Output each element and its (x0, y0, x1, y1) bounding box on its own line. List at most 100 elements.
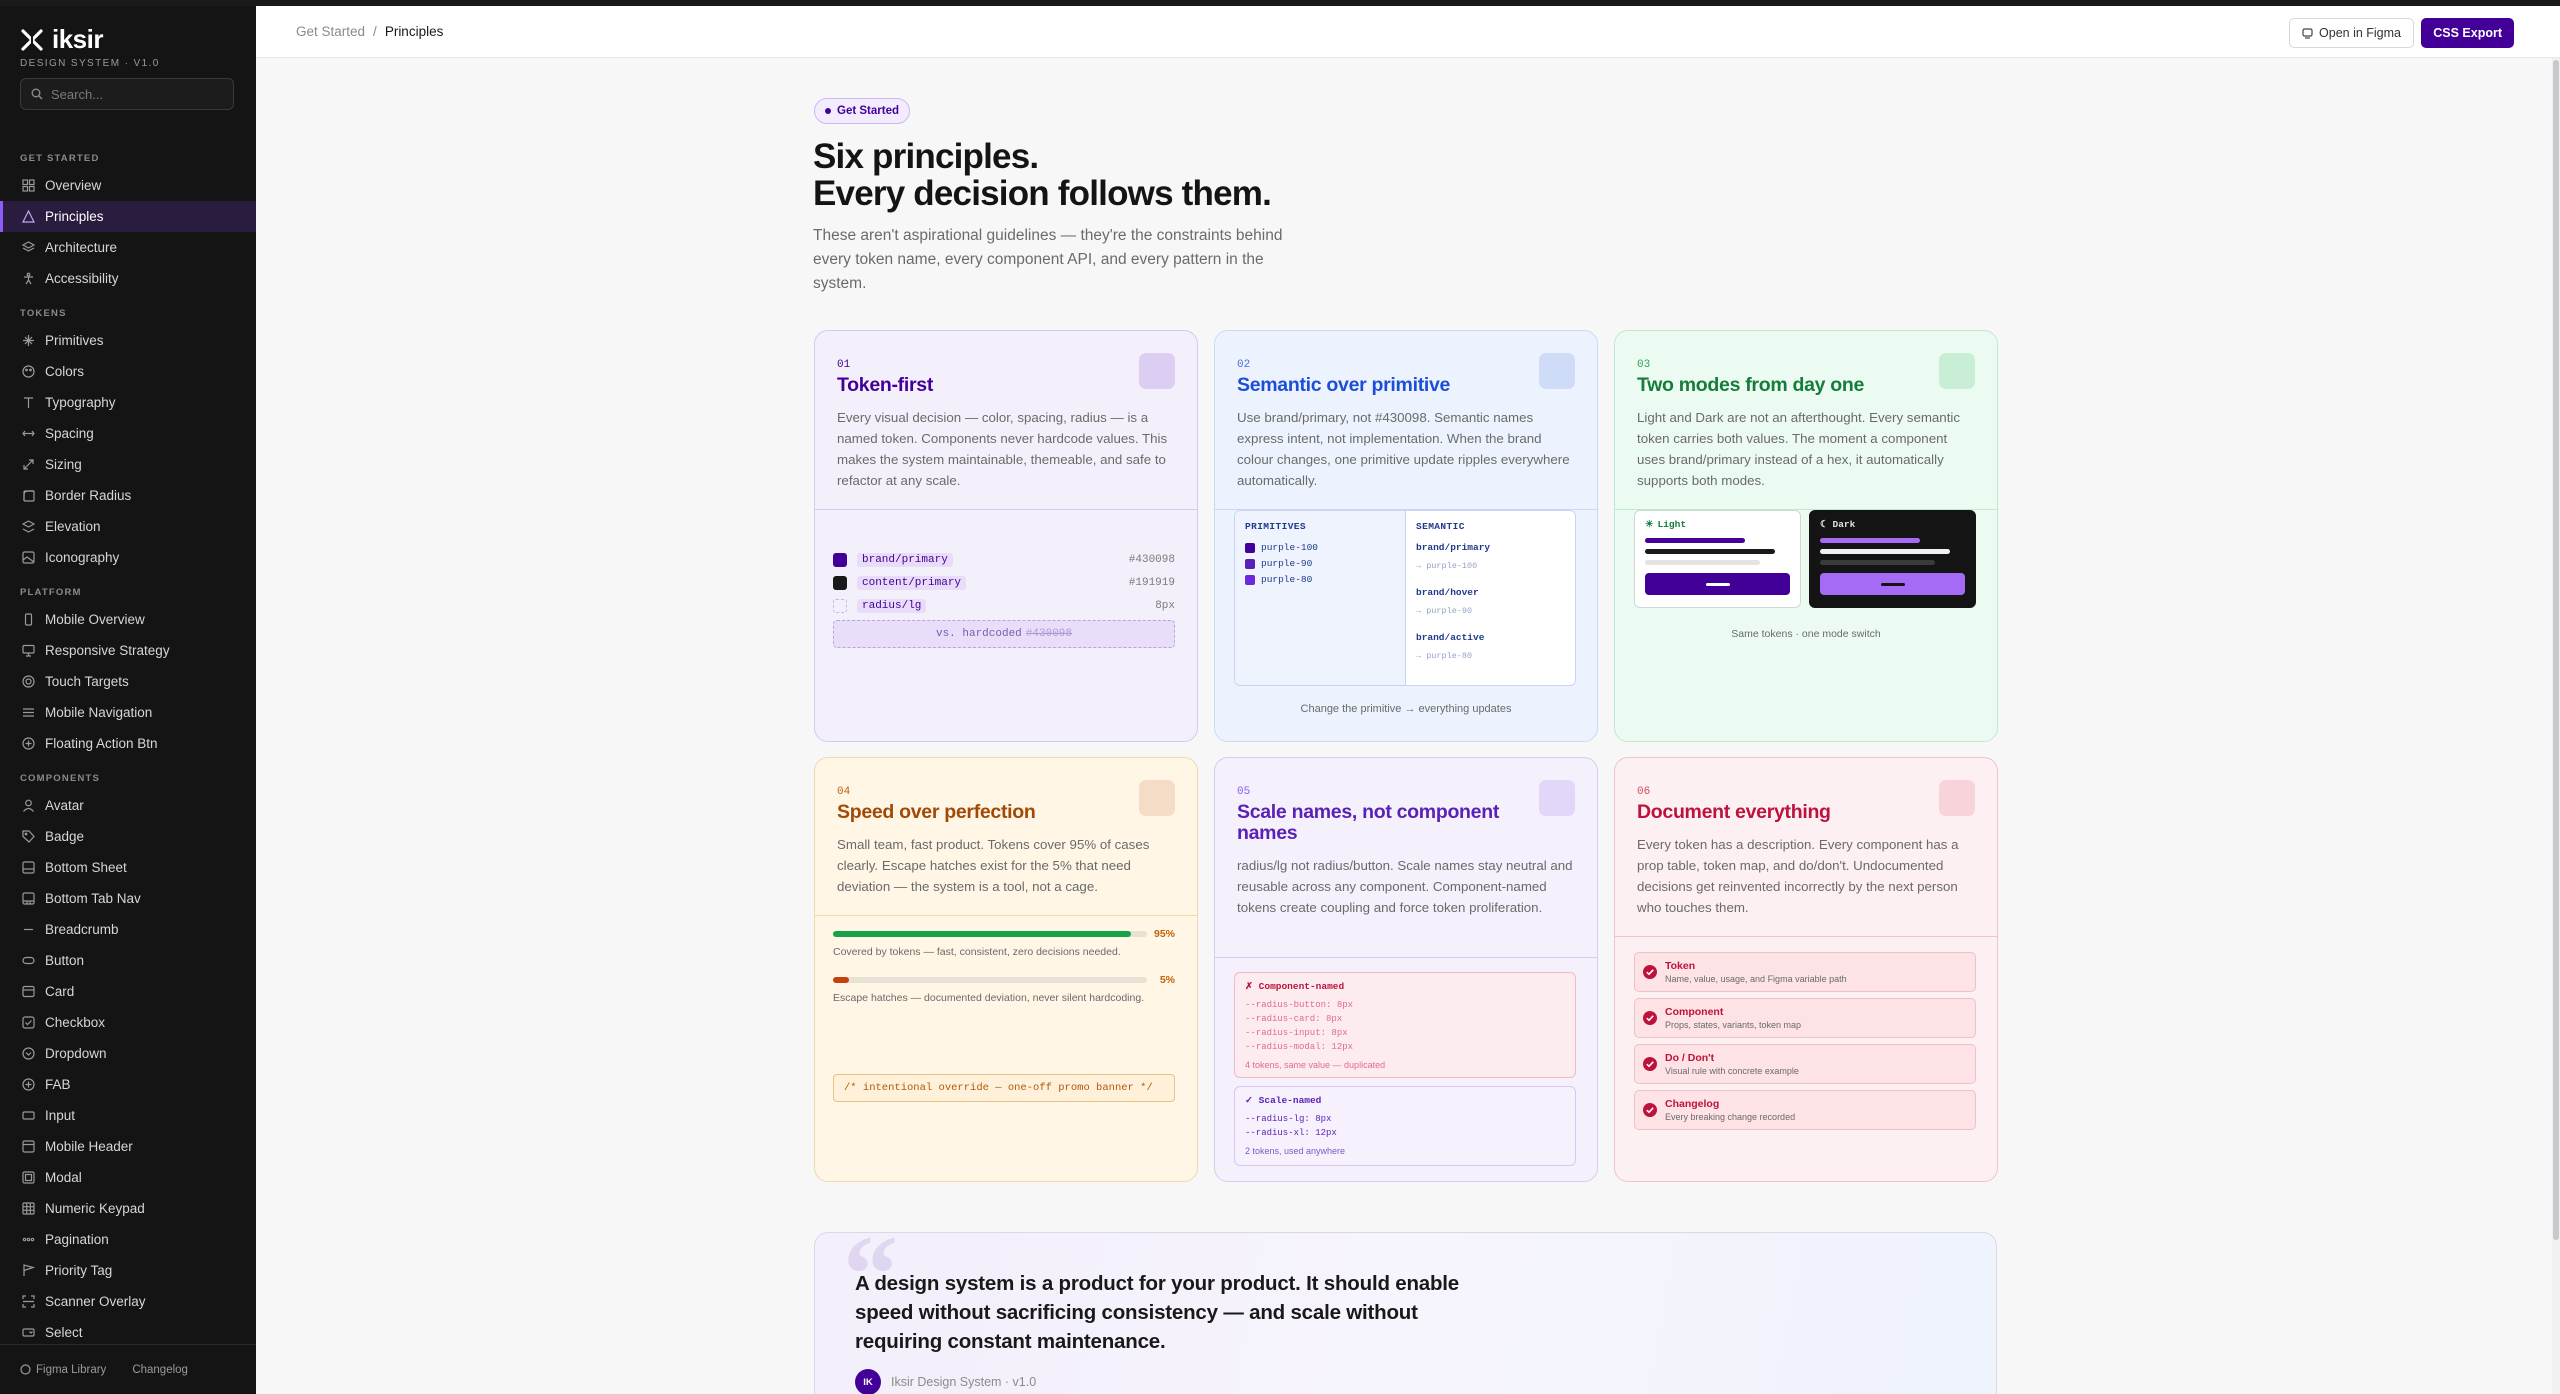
css-export-button[interactable]: CSS Export (2421, 18, 2514, 48)
sidebar-item-floating-action-btn[interactable]: Floating Action Btn (0, 728, 256, 759)
sidebar-item-breadcrumb[interactable]: Breadcrumb (0, 914, 256, 945)
primitives-header: PRIMITIVES (1245, 521, 1307, 532)
sidebar-item-label: Avatar (45, 798, 84, 813)
sidebar-item-dropdown[interactable]: Dropdown (0, 1038, 256, 1069)
sidebar-item-responsive-strategy[interactable]: Responsive Strategy (0, 635, 256, 666)
sidebar-item-label: Button (45, 953, 85, 968)
sidebar-item-avatar[interactable]: Avatar (0, 790, 256, 821)
semantic-token: brand/primary (1416, 542, 1491, 553)
sidebar-item-label: Dropdown (45, 1046, 107, 1061)
brand[interactable]: iksir (20, 24, 104, 55)
token-name: radius/lg (857, 599, 927, 613)
nav-section-title: PLATFORM (20, 587, 82, 598)
modes-caption: Same tokens · one mode switch (1731, 628, 1881, 640)
sidebar-item-label: Elevation (45, 519, 101, 534)
sidebar-item-elevation[interactable]: Elevation (0, 511, 256, 542)
sidebar-item-pagination[interactable]: Pagination (0, 1224, 256, 1255)
sidebar-item-label: Iconography (45, 550, 120, 565)
checklist-subtitle: Every breaking change recorded (1665, 1112, 1796, 1122)
sidebar-item-label: Input (45, 1108, 76, 1123)
sidebar-item-label: Mobile Overview (45, 612, 145, 627)
sidebar-item-primitives[interactable]: Primitives (0, 325, 256, 356)
sidebar-item-bottom-sheet[interactable]: Bottom Sheet (0, 852, 256, 883)
monitor-icon (22, 644, 35, 657)
input-icon (22, 1111, 35, 1120)
checklist-title: Token (1665, 960, 1696, 972)
check-circle-icon (1643, 965, 1657, 979)
open-in-figma-button[interactable]: Open in Figma (2289, 18, 2414, 48)
sidebar-item-label: Mobile Navigation (45, 705, 153, 720)
hardcoded-example: vs. hardcoded #430098 (833, 620, 1175, 648)
sidebar-item-modal[interactable]: Modal (0, 1162, 256, 1193)
sidebar-item-accessibility[interactable]: Accessibility (0, 263, 256, 294)
card-divider (1215, 957, 1597, 958)
sidebar-item-colors[interactable]: Colors (0, 356, 256, 387)
search-box[interactable] (20, 78, 234, 110)
pill-dot (825, 108, 831, 114)
preview-bar (1820, 538, 1920, 543)
principle-card-token-first: 01 Token-first Every visual decision — c… (814, 330, 1198, 742)
figma-library-link[interactable]: Figma Library (20, 1364, 106, 1376)
sidebar-item-principles[interactable]: Principles (0, 201, 256, 232)
token-mapping-diagram: PRIMITIVES purple-100 purple-90 purple-80 … (1234, 510, 1576, 686)
check-circle-icon (1643, 1057, 1657, 1071)
sidebar-item-iconography[interactable]: Iconography (0, 542, 256, 573)
coverage-progress: 5% (833, 974, 1175, 986)
card-icon (1939, 353, 1975, 389)
sidebar-item-badge[interactable]: Badge (0, 821, 256, 852)
card-title: Scale names, not component names (1237, 801, 1500, 844)
sidebar-item-priority-tag[interactable]: Priority Tag (0, 1255, 256, 1286)
card-description: radius/lg not radius/button. Scale names… (1237, 858, 1573, 915)
token-swatch (833, 599, 847, 613)
breadcrumb-parent[interactable]: Get Started (296, 24, 365, 39)
sidebar-item-typography[interactable]: Typography (0, 387, 256, 418)
card-icon (1539, 780, 1575, 816)
dark-mode-label: ☾ Dark (1820, 519, 1965, 530)
sidebar-item-label: Card (45, 984, 75, 999)
topbar: Get Started / Principles Open in Figma C… (256, 6, 2560, 58)
sidebar-item-touch-targets[interactable]: Touch Targets (0, 666, 256, 697)
sidebar-item-button[interactable]: Button (0, 945, 256, 976)
sidebar-item-checkbox[interactable]: Checkbox (0, 1007, 256, 1038)
sun-icon: ☀ (1645, 519, 1654, 530)
sidebar-item-label: Modal (45, 1170, 82, 1185)
sidebar-item-spacing[interactable]: Spacing (0, 418, 256, 449)
sidebar-item-architecture[interactable]: Architecture (0, 232, 256, 263)
token-swatch (833, 553, 847, 567)
card-number: 05 (1237, 786, 1251, 798)
light-label-text: Light (1657, 519, 1687, 530)
card-title: Two modes from day one (1637, 374, 1865, 396)
sidebar-item-card[interactable]: Card (0, 976, 256, 1007)
search-input[interactable] (51, 86, 221, 102)
sidebar-item-mobile-overview[interactable]: Mobile Overview (0, 604, 256, 635)
checkbox-icon (22, 1016, 35, 1029)
sidebar-item-mobile-navigation[interactable]: Mobile Navigation (0, 697, 256, 728)
sidebar-item-label: Accessibility (45, 271, 119, 286)
pill-label: Get Started (837, 105, 899, 117)
sidebar-footer: Figma Library Changelog (0, 1344, 256, 1394)
sidebar-item-fab[interactable]: FAB (0, 1069, 256, 1100)
circle-icon (20, 1364, 31, 1375)
semantic-column: SEMANTIC brand/primary → purple-100 brand/… (1406, 511, 1575, 685)
sidebar-item-scanner-overlay[interactable]: Scanner Overlay (0, 1286, 256, 1317)
check-circle-icon (1643, 1011, 1657, 1025)
target-icon (22, 675, 35, 688)
hardcoded-value: #430098 (1025, 628, 1073, 640)
token-value: #430098 (1128, 554, 1175, 566)
good-header: ✓ Scale-named (1245, 1095, 1322, 1106)
sidebar-item-bottom-tab-nav[interactable]: Bottom Tab Nav (0, 883, 256, 914)
override-code-sample: /* intentional override — one-off promo … (833, 1074, 1175, 1102)
progress-value: 5% (1159, 974, 1175, 986)
code-line: --radius-card: 8px (1245, 1014, 1343, 1024)
preview-button (1645, 573, 1790, 595)
sidebar-item-mobile-header[interactable]: Mobile Header (0, 1131, 256, 1162)
primitive-name: purple-80 (1261, 574, 1313, 585)
sidebar-item-border-radius[interactable]: Border Radius (0, 480, 256, 511)
sidebar-item-numeric-keypad[interactable]: Numeric Keypad (0, 1193, 256, 1224)
scrollbar-thumb[interactable] (2553, 60, 2559, 1240)
sidebar-item-overview[interactable]: Overview (0, 170, 256, 201)
sidebar-item-input[interactable]: Input (0, 1100, 256, 1131)
changelog-link[interactable]: Changelog (132, 1364, 188, 1376)
sidebar-item-sizing[interactable]: Sizing (0, 449, 256, 480)
keypad-icon (22, 1202, 35, 1215)
